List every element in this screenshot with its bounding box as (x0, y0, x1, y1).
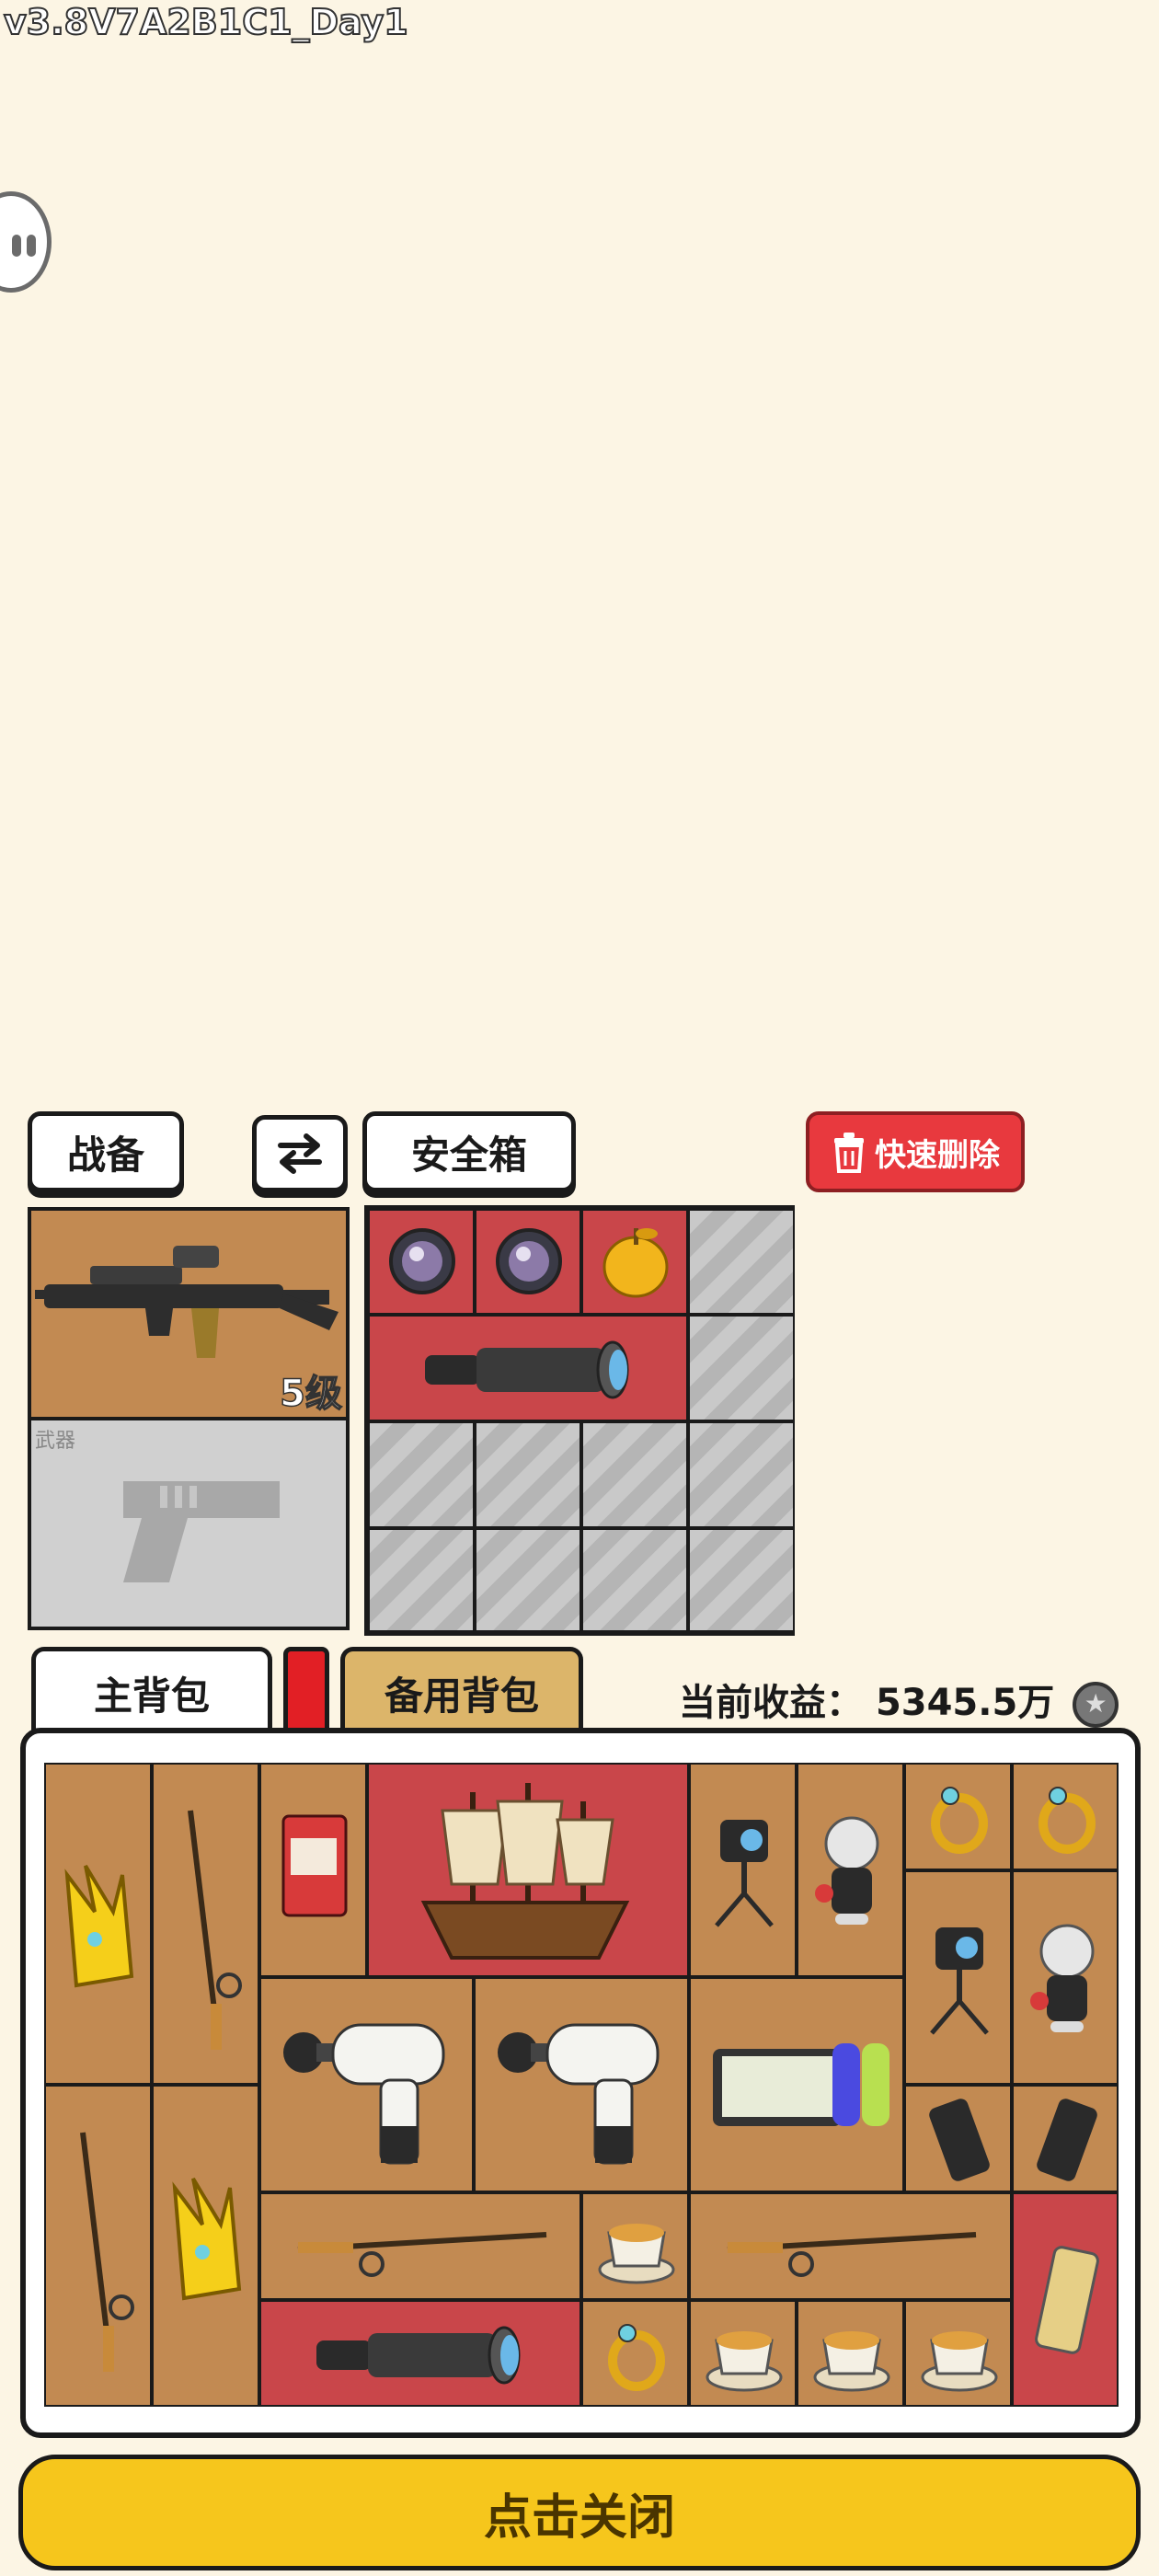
gold-ring-icon (596, 2315, 677, 2396)
tab-backup-bag[interactable]: 备用背包 (340, 1647, 583, 1735)
gold-ring-icon (1027, 1777, 1107, 1858)
smartphone-icon (1034, 2096, 1100, 2184)
quick-delete-label: 快速删除 (875, 1136, 1000, 1174)
bag-item-figurine[interactable] (797, 1763, 904, 1977)
bag-item-action-camera[interactable] (689, 1763, 797, 1977)
bag-item-telescope[interactable] (259, 2300, 581, 2407)
safe-slot-empty[interactable] (475, 1421, 581, 1528)
safe-slot-empty[interactable] (581, 1528, 688, 1632)
orb-item-icon (383, 1222, 462, 1301)
old-man-figurine-icon (811, 1811, 892, 1930)
earnings-label: 当前收益： (679, 1682, 863, 1724)
close-button[interactable]: 点击关闭 (18, 2455, 1141, 2570)
earnings-value: 5345.5万 (875, 1682, 1055, 1724)
safe-slot-empty[interactable] (688, 1421, 795, 1528)
bag-item-figurine[interactable] (1012, 1870, 1119, 2085)
bag-item-crown[interactable] (44, 1763, 152, 2085)
bag-item-massage-gun[interactable] (474, 1977, 689, 2192)
bag-item-latte-cup[interactable] (689, 2300, 797, 2407)
tab-red-marker[interactable] (283, 1647, 329, 1735)
tab-equipment[interactable]: 战备 (28, 1111, 184, 1192)
tab-main-bag[interactable]: 主背包 (31, 1647, 272, 1735)
fishing-rod-icon (64, 2123, 138, 2381)
bag-item-crown[interactable] (152, 2085, 259, 2407)
safe-slot-empty[interactable] (688, 1209, 795, 1315)
bag-item-coffee-box[interactable] (259, 1763, 367, 1977)
primary-weapon-slot[interactable]: 5级 (28, 1207, 350, 1420)
bag-item-gold-ring[interactable] (581, 2300, 689, 2407)
bag-item-latte-cup[interactable] (581, 2192, 689, 2300)
action-camera-icon (707, 1811, 781, 1930)
crown-icon (55, 1857, 143, 1995)
safe-slot-empty[interactable] (581, 1421, 688, 1528)
safe-box-grid (364, 1205, 795, 1636)
bag-item-latte-cup[interactable] (797, 2300, 904, 2407)
coffee-box-icon (278, 1811, 351, 1921)
gold-bar-icon (1028, 2240, 1106, 2360)
fishing-rod-icon (718, 2213, 985, 2283)
earnings-display: 当前收益： 5345.5万 ★ (679, 1673, 1119, 1728)
pistol-placeholder-icon (123, 1481, 280, 1582)
massage-gun-icon (280, 2007, 454, 2172)
golden-apple-icon (596, 1220, 675, 1303)
pause-button[interactable] (0, 191, 52, 293)
massage-gun-icon (494, 2007, 669, 2172)
safe-slot-empty[interactable] (368, 1421, 475, 1528)
version-label: v3.8V7A2B1C1_Day1 (3, 1, 409, 43)
game-console-icon (704, 2034, 897, 2135)
latte-cup-icon (808, 2313, 896, 2398)
bag-item-action-camera[interactable] (904, 1870, 1012, 2085)
main-bag-grid (44, 1763, 1119, 2407)
swap-arrows-icon (278, 1133, 322, 1174)
bag-item-game-console[interactable] (689, 1977, 904, 2192)
latte-cup-icon (592, 2205, 681, 2290)
safe-slot-empty[interactable] (475, 1528, 581, 1632)
bag-item-fishing-rod[interactable] (259, 2192, 581, 2300)
trash-icon (834, 1133, 864, 1173)
secondary-weapon-slot[interactable]: 武器 (28, 1417, 350, 1630)
coin-icon: ★ (1073, 1682, 1119, 1728)
bag-item-gold-ring[interactable] (904, 1763, 1012, 1870)
bag-item-smartphone[interactable] (1012, 2085, 1119, 2192)
safe-slot-2[interactable] (475, 1209, 581, 1315)
quick-delete-button[interactable]: 快速删除 (806, 1111, 1025, 1192)
main-bag-panel (20, 1728, 1141, 2438)
telescope-icon (307, 2320, 537, 2390)
old-man-figurine-icon (1027, 1918, 1107, 2038)
orb-item-icon (489, 1222, 568, 1301)
bag-item-fishing-rod[interactable] (44, 2085, 152, 2407)
swap-button[interactable] (252, 1115, 348, 1192)
weapon-slot-label: 武器 (35, 1430, 76, 1453)
action-camera-icon (923, 1918, 996, 2038)
smartphone-icon (926, 2096, 993, 2184)
pause-icon (12, 235, 21, 257)
bag-item-fishing-rod[interactable] (689, 2192, 1012, 2300)
sailing-ship-icon (406, 1774, 645, 1967)
bag-item-sailing-ship[interactable] (367, 1763, 689, 1977)
fishing-rod-icon (289, 2213, 556, 2283)
bag-item-gold-bar[interactable] (1012, 2192, 1119, 2407)
safe-slot-empty[interactable] (688, 1315, 795, 1421)
safe-slot-1[interactable] (368, 1209, 475, 1315)
safe-slot-3[interactable] (581, 1209, 688, 1315)
crown-icon (163, 2169, 251, 2307)
bag-item-latte-cup[interactable] (904, 2300, 1012, 2407)
safe-slot-telescope[interactable] (368, 1315, 688, 1421)
weapon-level: 5级 (279, 1372, 342, 1416)
telescope-icon (416, 1335, 646, 1405)
bag-item-fishing-rod[interactable] (152, 1763, 259, 2085)
safe-slot-empty[interactable] (368, 1528, 475, 1632)
gold-ring-icon (919, 1777, 1000, 1858)
fishing-rod-icon (172, 1801, 246, 2059)
bag-item-massage-gun[interactable] (259, 1977, 474, 2192)
tab-safe-box[interactable]: 安全箱 (362, 1111, 576, 1192)
bag-item-smartphone[interactable] (904, 2085, 1012, 2192)
latte-cup-icon (915, 2313, 1004, 2398)
safe-slot-empty[interactable] (688, 1528, 795, 1632)
latte-cup-icon (700, 2313, 788, 2398)
bag-item-gold-ring[interactable] (1012, 1763, 1119, 1870)
